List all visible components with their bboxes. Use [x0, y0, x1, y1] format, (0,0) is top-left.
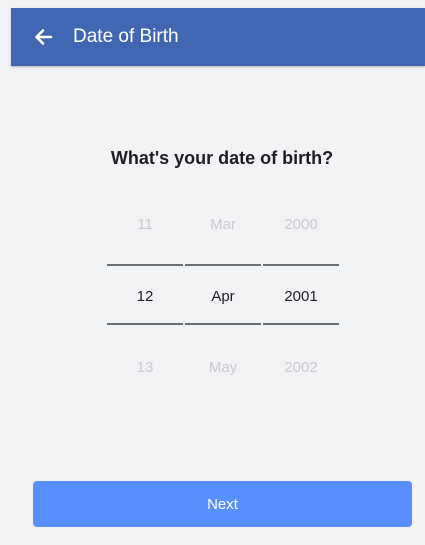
year-option-below[interactable]: 2002 [262, 359, 340, 376]
back-arrow-icon [35, 29, 53, 45]
app-header: Date of Birth [11, 8, 425, 66]
question-heading: What's your date of birth? [110, 148, 334, 168]
date-picker: 11 12 13 Mar Apr May 2000 2001 2002 [106, 200, 340, 390]
next-button[interactable]: Next [33, 481, 412, 527]
month-option-below[interactable]: May [184, 359, 262, 376]
month-option-above[interactable]: Mar [184, 216, 262, 233]
year-selection-line-bottom [263, 323, 339, 325]
day-option-above[interactable]: 11 [106, 216, 184, 233]
year-selection-line-top [263, 264, 339, 266]
header-title: Date of Birth [73, 26, 179, 47]
month-wheel[interactable]: Mar Apr May [184, 200, 262, 390]
day-selection-line-bottom [107, 323, 183, 325]
month-selected[interactable]: Apr [184, 288, 262, 305]
year-wheel[interactable]: 2000 2001 2002 [262, 200, 340, 390]
day-wheel[interactable]: 11 12 13 [106, 200, 184, 390]
month-selection-line-bottom [185, 323, 261, 325]
back-button[interactable] [23, 17, 63, 57]
day-selected[interactable]: 12 [106, 288, 184, 305]
day-option-below[interactable]: 13 [106, 359, 184, 376]
month-selection-line-top [185, 264, 261, 266]
year-option-above[interactable]: 2000 [262, 216, 340, 233]
year-selected[interactable]: 2001 [262, 288, 340, 305]
day-selection-line-top [107, 264, 183, 266]
